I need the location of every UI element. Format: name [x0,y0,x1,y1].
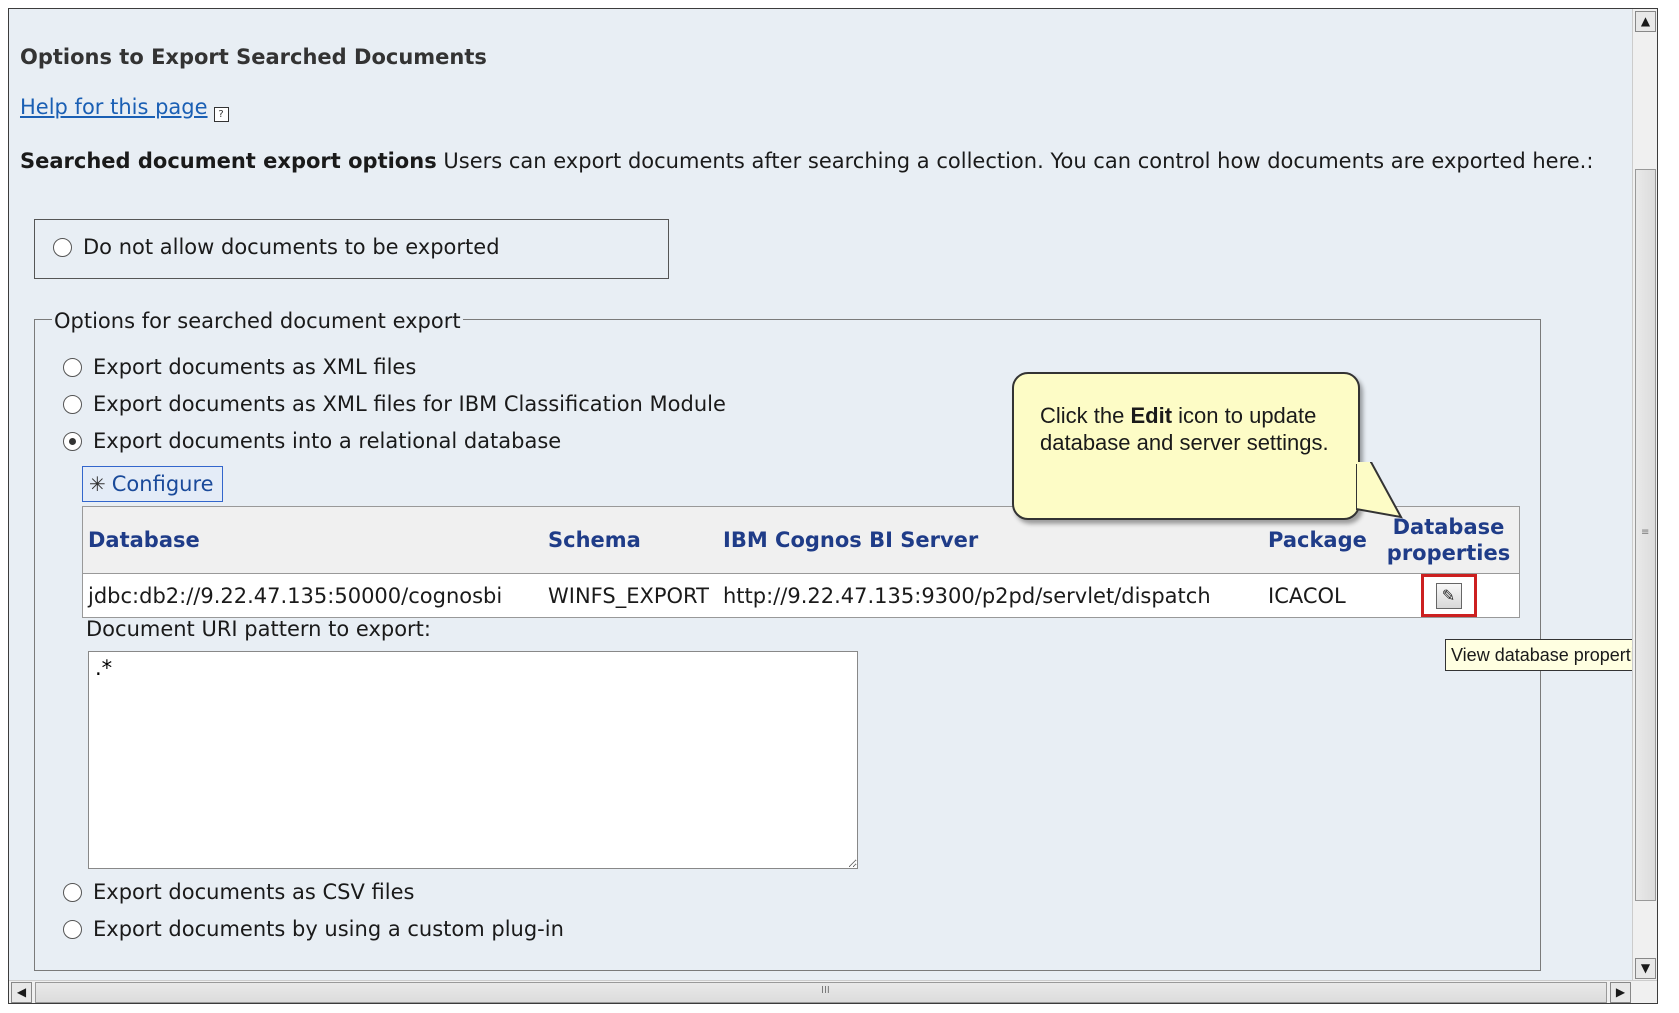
column-header-schema: Schema [543,506,718,574]
scroll-grip-icon: ≡ [1641,527,1650,538]
radio-export-csv[interactable]: Export documents as CSV files [63,880,414,904]
tooltip: View database properties [1445,639,1657,671]
vertical-scroll-thumb[interactable]: ≡ [1635,169,1656,901]
callout-pointer [1356,462,1403,519]
radio-label: Export documents by using a custom plug-… [93,917,564,941]
radio-label: Do not allow documents to be exported [83,235,500,259]
uri-pattern-label: Document URI pattern to export: [86,617,431,641]
callout-text-start: Click the [1040,403,1131,428]
radio-button-icon[interactable] [63,919,82,939]
radio-export-xml[interactable]: Export documents as XML files [63,355,416,379]
radio-no-export[interactable]: Do not allow documents to be exported [53,235,500,259]
help-link[interactable]: Help for this page? [20,95,229,122]
horizontal-scrollbar[interactable]: ◀ III ▶ [9,980,1657,1003]
radio-export-plugin[interactable]: Export documents by using a custom plug-… [63,917,564,941]
cell-db-properties: ✎ [1378,574,1520,618]
callout-text-bold: Edit [1130,403,1173,428]
scroll-up-arrow-icon[interactable]: ▲ [1635,11,1656,32]
callout-bubble: Click the Edit icon to update database a… [1012,372,1360,520]
edit-highlight: ✎ [1420,574,1477,617]
export-description: Searched document export options Users c… [20,147,1640,175]
uri-pattern-textarea[interactable]: .* [88,651,858,869]
configure-button[interactable]: ✳ Configure [82,466,223,502]
horizontal-scroll-thumb[interactable]: III [35,982,1607,1003]
radio-label: Export documents as XML files [93,355,417,379]
radio-label: Export documents as CSV files [93,880,415,904]
configure-label: Configure [111,472,214,496]
browser-frame: Options to Export Searched Documents Hel… [8,8,1658,1004]
fieldset-legend: Options for searched document export [52,309,463,333]
radio-button-icon[interactable] [63,882,82,902]
cell-schema: WINFS_EXPORT [548,583,709,608]
scroll-left-arrow-icon[interactable]: ◀ [11,982,32,1003]
radio-button-icon[interactable] [63,357,82,377]
radio-export-database[interactable]: Export documents into a relational datab… [63,429,561,453]
page-title: Options to Export Searched Documents [20,45,487,69]
page-content: Options to Export Searched Documents Hel… [9,9,1657,981]
column-header-database: Database [82,506,543,574]
help-icon[interactable]: ? [213,107,229,122]
radio-button-icon[interactable] [63,394,82,414]
scroll-right-arrow-icon[interactable]: ▶ [1610,982,1631,1003]
db-properties-header-line2: properties [1386,541,1511,565]
cell-server: http://9.22.47.135:9300/p2pd/servlet/dis… [723,583,1211,608]
db-properties-header-line1: Database [1392,515,1505,539]
radio-label: Export documents as XML files for IBM Cl… [93,392,726,416]
radio-label: Export documents into a relational datab… [93,429,562,453]
scroll-grip-icon: III [821,985,830,996]
help-link-text[interactable]: Help for this page [20,95,208,119]
radio-button-selected-icon[interactable] [63,431,82,451]
description-text: Users can export documents after searchi… [436,149,1594,173]
description-heading: Searched document export options [20,149,437,173]
configure-icon: ✳ [89,472,106,496]
database-table: Database Schema IBM Cognos BI Server Pac… [82,506,1520,618]
cell-database: jdbc:db2://9.22.47.135:50000/cognosbi [88,583,503,608]
edit-pencil-icon[interactable]: ✎ [1435,583,1462,609]
radio-export-xml-icm[interactable]: Export documents as XML files for IBM Cl… [63,392,726,416]
vertical-scrollbar[interactable]: ▲ ≡ ▼ [1632,9,1657,981]
cell-package: ICACOL [1268,583,1346,608]
scroll-down-arrow-icon[interactable]: ▼ [1635,958,1656,979]
radio-button-icon[interactable] [53,237,72,257]
table-row: jdbc:db2://9.22.47.135:50000/cognosbi WI… [83,574,1520,618]
